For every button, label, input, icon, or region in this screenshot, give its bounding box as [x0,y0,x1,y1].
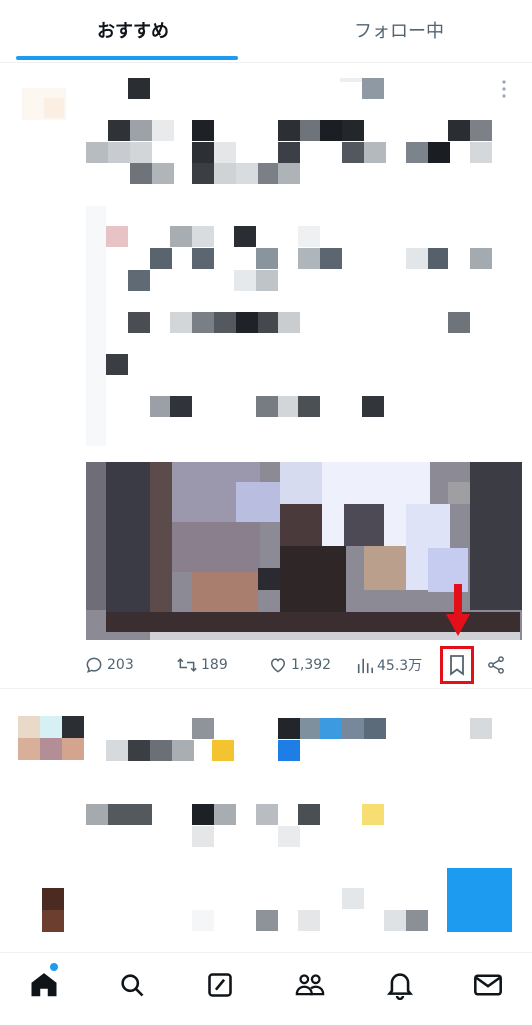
more-icon[interactable] [498,78,510,100]
avatar [18,738,40,760]
nav-grok[interactable] [198,965,242,1009]
communities-icon [294,970,326,1004]
tab-following-label: フォロー中 [354,21,444,42]
repost-button[interactable]: 189 [176,652,228,678]
reply-count: 203 [107,657,134,673]
annotation-arrow-icon [446,584,470,644]
active-tab-indicator [16,56,238,60]
notifications-icon [386,970,414,1004]
home-icon [29,970,59,1004]
avatar [62,716,84,738]
timeline-tabs: おすすめ フォロー中 [0,0,532,63]
views-button[interactable]: 45.3万 [356,652,422,678]
avatar[interactable] [18,716,40,738]
nav-search[interactable] [110,965,154,1009]
avatar [44,98,64,118]
post-divider [0,688,532,689]
repost-icon [176,655,198,675]
annotation-highlight-box [440,646,474,684]
views-icon [356,655,374,675]
avatar [40,716,62,738]
nav-communities[interactable] [288,965,332,1009]
tab-following[interactable]: フォロー中 [266,0,532,60]
grok-icon [206,971,234,1003]
search-icon [118,971,146,1003]
like-icon [268,655,288,675]
avatar [62,738,84,760]
bottom-navigation [0,952,532,1025]
nav-notifications[interactable] [378,965,422,1009]
nav-home[interactable] [22,965,66,1009]
messages-icon [473,972,503,1002]
share-icon [486,655,506,675]
avatar [40,738,62,760]
views-count: 45.3万 [377,658,423,674]
like-button[interactable]: 1,392 [268,652,331,678]
home-notification-dot [50,963,58,971]
share-button[interactable] [486,652,506,678]
compose-button[interactable] [447,868,512,932]
nav-messages[interactable] [466,965,510,1009]
tab-recommended-label: おすすめ [97,21,169,42]
repost-count: 189 [201,657,228,673]
reply-button[interactable]: 203 [84,652,134,678]
reply-icon [84,655,104,675]
tab-recommended[interactable]: おすすめ [0,0,266,60]
like-count: 1,392 [291,657,332,673]
